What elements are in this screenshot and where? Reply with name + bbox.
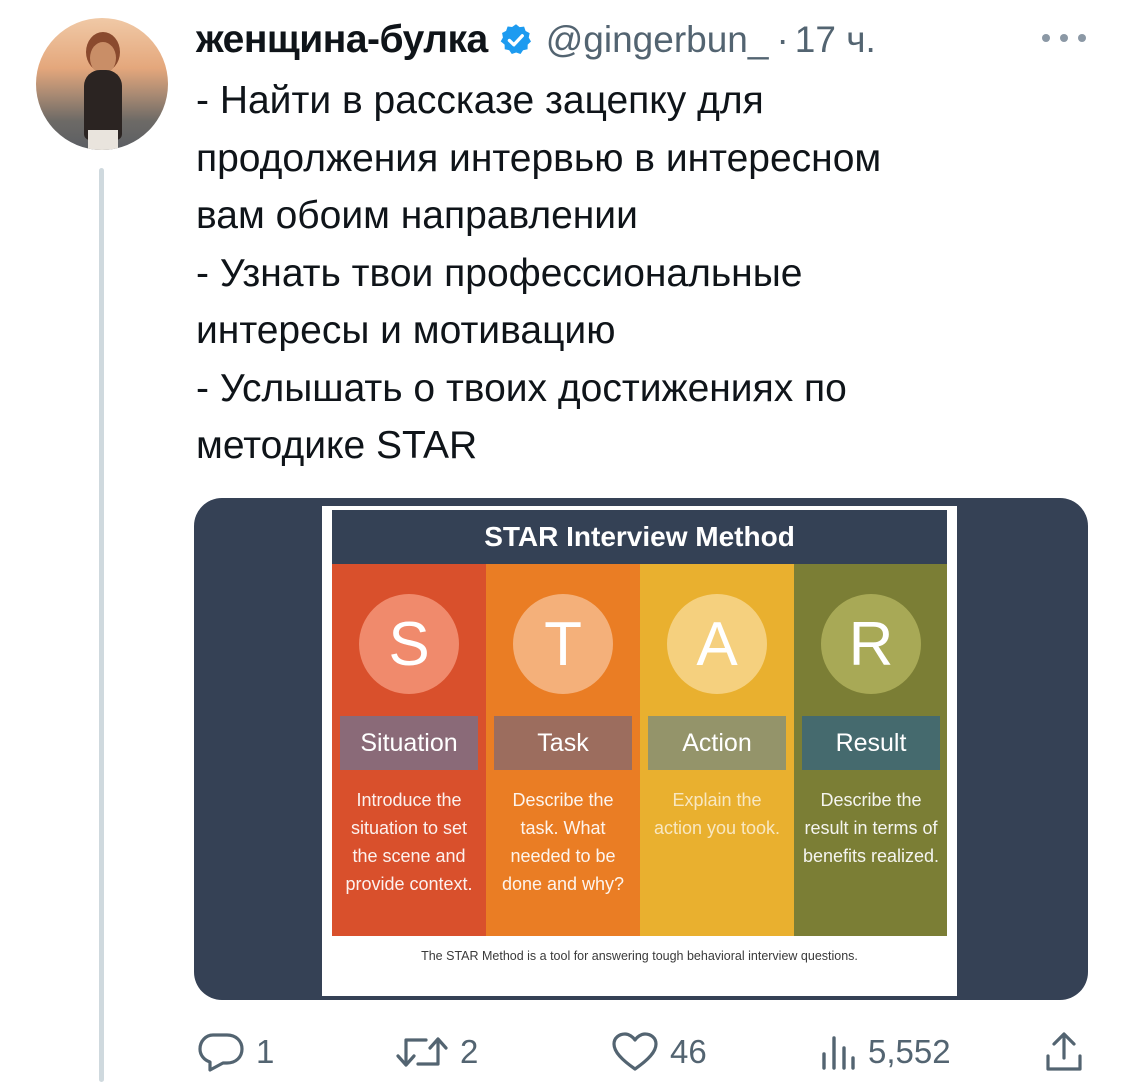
tweet-header: женщина-булка @gingerbun_ · 17 ч.	[196, 14, 876, 66]
letter-circle: S	[359, 594, 459, 694]
avatar[interactable]	[36, 18, 168, 150]
retweet-count: 2	[460, 1033, 479, 1070]
infographic-caption: The STAR Method is a tool for answering …	[421, 949, 858, 963]
verified-badge-icon	[498, 22, 534, 58]
retweet-button[interactable]: 2	[394, 1030, 478, 1074]
like-button[interactable]: 46	[610, 1030, 707, 1074]
tweet-line: - Найти в рассказе зацепку для	[196, 79, 764, 122]
reply-button[interactable]: 1	[196, 1030, 274, 1074]
action-bar: 1 2 46 5,552	[196, 1022, 1096, 1082]
step-label: Action	[648, 716, 786, 770]
reply-icon	[196, 1030, 246, 1074]
tweet-line: продолжения интервью в интересном	[196, 136, 882, 180]
tweet-line: - Узнать твои профессиональные	[196, 251, 803, 295]
views-count: 5,552	[868, 1033, 951, 1070]
like-count: 46	[670, 1033, 707, 1070]
step-description: Introduce the situation to set the scene…	[345, 790, 473, 894]
tweet-line: - Услышать о твоих достижениях по	[196, 366, 847, 410]
views-icon	[818, 1030, 858, 1074]
step-label: Situation	[340, 716, 478, 770]
letter-circle: T	[513, 594, 613, 694]
thread-line	[99, 168, 104, 1082]
dot	[1042, 34, 1050, 42]
retweet-icon	[394, 1030, 450, 1074]
tweet-line: методике STAR	[196, 424, 478, 467]
star-column-action: A Action Explain the action you took.	[640, 564, 794, 936]
header-separator: ·	[776, 19, 789, 60]
like-icon	[610, 1030, 660, 1074]
step-label: Result	[802, 716, 940, 770]
reply-count: 1	[256, 1033, 275, 1070]
tweet-media-image[interactable]: STAR Interview Method S Situation Introd…	[194, 498, 1088, 1000]
letter-circle: A	[667, 594, 767, 694]
tweet-text: - Найти в рассказе зацепку для продолжен…	[196, 72, 1096, 475]
user-handle[interactable]: @gingerbun_	[546, 19, 769, 61]
step-description: Explain the action you took.	[653, 790, 781, 838]
views-button[interactable]: 5,552	[818, 1030, 951, 1074]
display-name[interactable]: женщина-булка	[196, 18, 488, 62]
step-description: Describe the result in terms of benefits…	[802, 790, 940, 866]
tweet-line: вам обоим направлении	[196, 194, 638, 237]
star-column-result: R Result Describe the result in terms of…	[794, 564, 947, 936]
dot	[1060, 34, 1068, 42]
star-column-situation: S Situation Introduce the situation to s…	[332, 564, 486, 936]
more-dots-icon[interactable]	[1042, 28, 1086, 48]
share-icon	[1042, 1030, 1086, 1074]
infographic-title: STAR Interview Method	[332, 510, 947, 564]
letter-circle: R	[821, 594, 921, 694]
step-description: Describe the task. What needed to be don…	[501, 790, 625, 894]
tweet-timestamp[interactable]: 17 ч.	[795, 19, 876, 61]
step-label: Task	[494, 716, 632, 770]
avatar-figure-legs	[88, 130, 118, 150]
tweet-line: интересы и мотивацию	[196, 309, 616, 352]
dot	[1078, 34, 1086, 42]
share-button[interactable]	[1042, 1030, 1086, 1074]
star-infographic: STAR Interview Method S Situation Introd…	[322, 506, 957, 996]
star-column-task: T Task Describe the task. What needed to…	[486, 564, 640, 936]
